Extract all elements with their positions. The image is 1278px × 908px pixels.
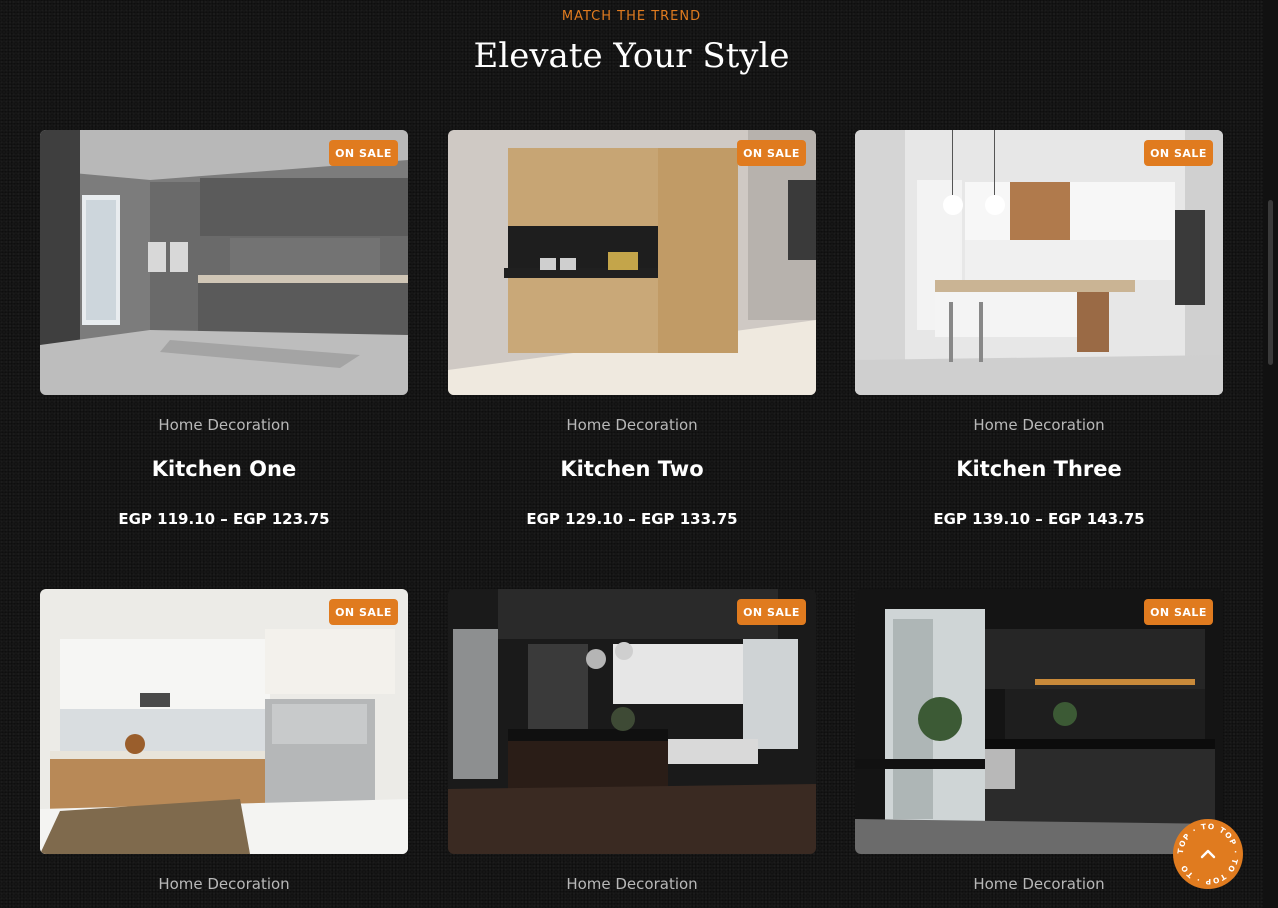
product-card[interactable]: ON SALE Home Decoration Kitchen Two EGP … bbox=[448, 130, 816, 528]
product-card[interactable]: ON SALE Home Decoration Kitchen One EGP … bbox=[40, 130, 408, 528]
product-image[interactable]: ON SALE bbox=[855, 589, 1223, 854]
product-price: EGP 129.10 – EGP 133.75 bbox=[526, 510, 738, 528]
product-card[interactable]: ON SALE Home Decoration bbox=[448, 589, 816, 893]
product-title-link[interactable]: Kitchen Three bbox=[855, 457, 1223, 481]
on-sale-badge: ON SALE bbox=[329, 599, 398, 625]
product-price: EGP 139.10 – EGP 143.75 bbox=[933, 510, 1145, 528]
section-eyebrow: MATCH THE TREND bbox=[561, 9, 702, 24]
product-image-kitchen-three[interactable]: ON SALE bbox=[855, 130, 1223, 395]
back-to-top-button[interactable]: TOP · TO TOP · TO TOP · TO bbox=[1173, 819, 1243, 889]
on-sale-badge: ON SALE bbox=[1144, 599, 1213, 625]
scrollbar-thumb[interactable] bbox=[1268, 200, 1273, 365]
on-sale-badge: ON SALE bbox=[737, 140, 806, 166]
on-sale-badge: ON SALE bbox=[737, 599, 806, 625]
product-category-link[interactable]: Home Decoration bbox=[855, 875, 1223, 893]
product-image-kitchen-one[interactable]: ON SALE bbox=[40, 130, 408, 395]
product-image-kitchen-two[interactable]: ON SALE bbox=[448, 130, 816, 395]
product-price: EGP 119.10 – EGP 123.75 bbox=[118, 510, 330, 528]
product-card[interactable]: ON SALE Home Decoration Kitchen Three EG… bbox=[855, 130, 1223, 528]
section-title: Elevate Your Style bbox=[473, 36, 790, 76]
back-to-top-ring-text: TOP · TO TOP · TO TOP · TO bbox=[1176, 822, 1239, 886]
product-category-link[interactable]: Home Decoration bbox=[40, 416, 408, 434]
on-sale-badge: ON SALE bbox=[329, 140, 398, 166]
product-category-link[interactable]: Home Decoration bbox=[448, 416, 816, 434]
product-category-link[interactable]: Home Decoration bbox=[448, 875, 816, 893]
on-sale-badge: ON SALE bbox=[1144, 140, 1213, 166]
product-image[interactable]: ON SALE bbox=[40, 589, 408, 854]
page-scrollbar[interactable] bbox=[1263, 0, 1278, 908]
chevron-up-icon bbox=[1200, 849, 1216, 859]
svg-text:TOP · TO TOP · TO TOP · TO: TOP · TO TOP · TO TOP · TO bbox=[1176, 822, 1240, 886]
product-category-link[interactable]: Home Decoration bbox=[40, 875, 408, 893]
product-image[interactable]: ON SALE bbox=[448, 589, 816, 854]
product-card[interactable]: ON SALE Home Decoration bbox=[40, 589, 408, 893]
product-card[interactable]: ON SALE Home Decoration bbox=[855, 589, 1223, 893]
product-category-link[interactable]: Home Decoration bbox=[855, 416, 1223, 434]
product-title-link[interactable]: Kitchen Two bbox=[448, 457, 816, 481]
product-title-link[interactable]: Kitchen One bbox=[40, 457, 408, 481]
